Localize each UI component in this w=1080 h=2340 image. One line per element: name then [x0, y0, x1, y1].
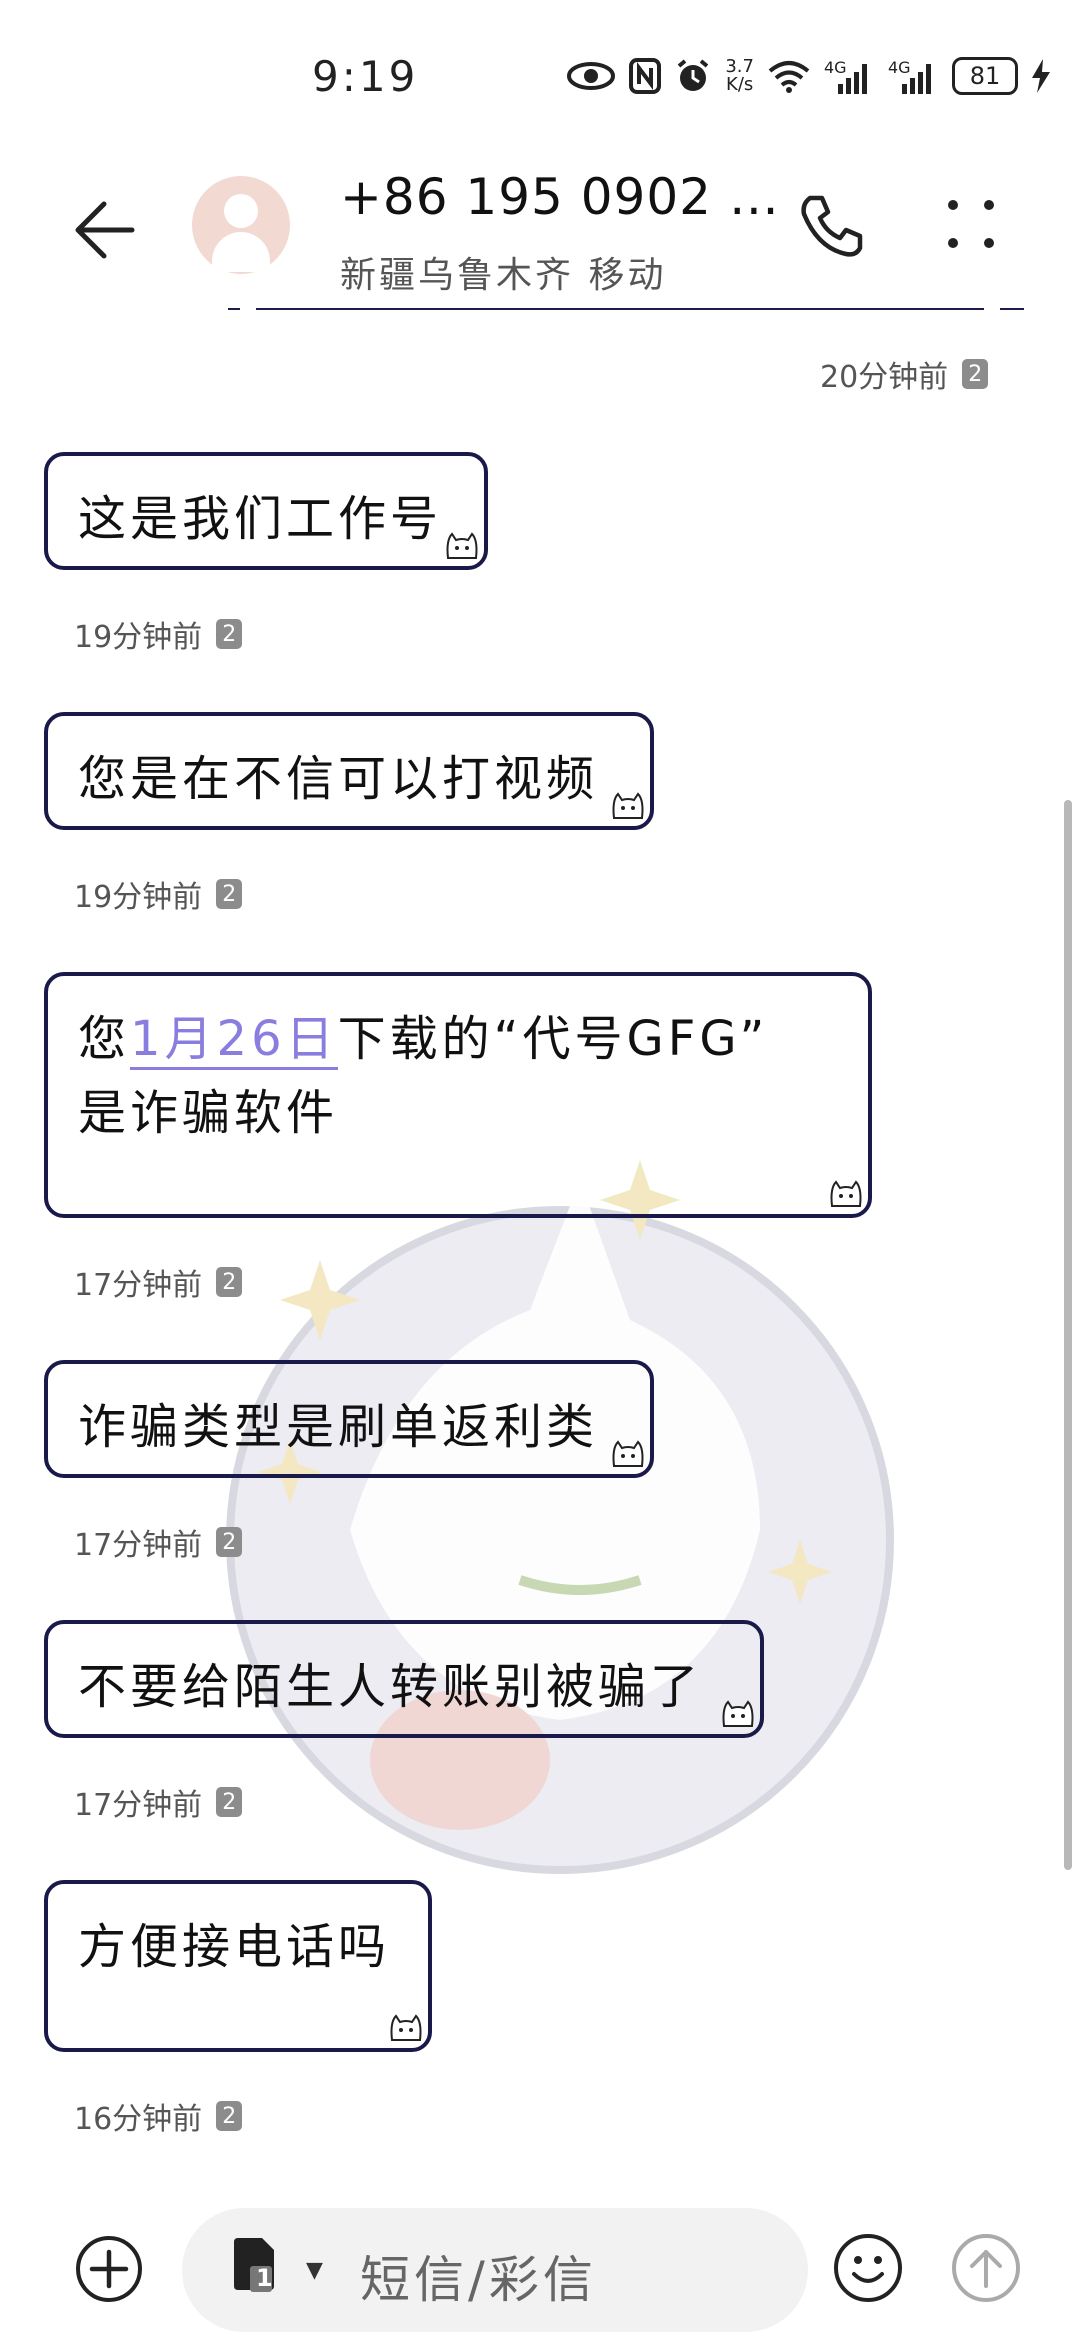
message-time-meta: 17分钟前 2	[74, 1260, 243, 1304]
message-time: 17分钟前	[74, 1788, 203, 1823]
charging-icon	[1032, 59, 1050, 93]
emoji-button[interactable]	[834, 2234, 902, 2302]
eye-icon	[567, 61, 616, 91]
dot-icon	[984, 200, 994, 210]
message-text: 不要给陌生人转账别被骗了	[78, 1659, 703, 1715]
avatar[interactable]	[192, 176, 290, 274]
sim-badge: 2	[962, 359, 989, 389]
call-button[interactable]	[796, 190, 868, 262]
message-time-meta: 19分钟前 2	[74, 872, 243, 916]
message-time: 20分钟前	[820, 360, 949, 395]
sim-badge: 2	[216, 1527, 243, 1557]
status-bar: 9:19 3.7 K/s 4G 4G 81	[0, 0, 1080, 150]
message-text: 方便接电话吗	[78, 1919, 391, 1975]
cat-sticker-icon	[446, 532, 478, 559]
sim-badge: 2	[216, 2101, 243, 2131]
sim-badge: 2	[216, 879, 243, 909]
sim-badge: 2	[216, 1787, 243, 1817]
message-time: 16分钟前	[74, 2102, 203, 2137]
message-time: 17分钟前	[74, 1268, 203, 1303]
sim-badge: 2	[216, 1267, 243, 1297]
cat-sticker-icon	[612, 792, 644, 819]
message-time: 17分钟前	[74, 1528, 203, 1563]
sim-badge: 2	[216, 619, 243, 649]
dot-icon	[984, 238, 994, 248]
message-bubble[interactable]: 方便接电话吗	[44, 1880, 432, 2052]
cat-sticker-icon	[390, 2014, 422, 2041]
message-bubble[interactable]: 这是我们工作号	[44, 452, 488, 570]
back-arrow-icon	[75, 201, 135, 259]
more-options-button[interactable]	[946, 196, 1006, 256]
sim-number: 1	[256, 2264, 273, 2292]
message-text: 您1月26日下载的“代号GFG” 是诈骗软件	[78, 1002, 768, 1150]
cat-sticker-icon	[722, 1700, 754, 1727]
message-bubble[interactable]: 您是在不信可以打视频	[44, 712, 654, 830]
status-icons: 3.7 K/s 4G 4G 81	[567, 56, 1050, 96]
alarm-icon	[675, 58, 711, 94]
cat-sticker-icon	[830, 1180, 862, 1207]
signal-icon-1: 4G	[824, 56, 874, 96]
contact-location: 新疆乌鲁木齐 移动	[340, 255, 667, 296]
add-attachment-button[interactable]	[76, 2236, 142, 2302]
dot-icon	[948, 238, 958, 248]
battery-icon: 81	[952, 57, 1018, 95]
avatar-body-icon	[212, 232, 270, 272]
nfc-icon	[629, 58, 662, 94]
arrow-up-icon	[970, 2250, 1002, 2288]
message-bubble[interactable]: 您1月26日下载的“代号GFG” 是诈骗软件	[44, 972, 872, 1218]
battery-level: 81	[969, 62, 1001, 90]
net-speed-unit: K/s	[726, 74, 754, 95]
avatar-head-icon	[224, 194, 258, 228]
phone-icon	[801, 195, 863, 257]
message-text-part: 您	[78, 1011, 131, 1067]
date-link[interactable]: 1月26日	[130, 1011, 338, 1070]
back-button[interactable]	[70, 190, 150, 270]
message-time: 19分钟前	[74, 880, 203, 915]
net-speed: 3.7 K/s	[725, 58, 754, 94]
message-bubble[interactable]: 诈骗类型是刷单返利类	[44, 1360, 654, 1478]
scrollbar[interactable]	[1064, 800, 1072, 1870]
message-text-line2: 是诈骗软件	[78, 1085, 339, 1141]
message-text: 这是我们工作号	[78, 491, 443, 547]
message-time: 19分钟前	[74, 620, 203, 655]
status-time: 9:19	[312, 52, 419, 101]
chevron-down-icon[interactable]: ▼	[306, 2258, 323, 2283]
message-time-meta: 17分钟前 2	[74, 1520, 243, 1564]
message-time-meta: 20分钟前 2	[820, 352, 989, 396]
cat-sticker-icon	[612, 1440, 644, 1467]
send-button[interactable]	[952, 2234, 1020, 2302]
message-text: 您是在不信可以打视频	[78, 751, 599, 807]
sim-selector-button[interactable]: 1	[232, 2236, 276, 2292]
signal-icon-2: 4G	[888, 56, 938, 96]
dot-icon	[948, 200, 958, 210]
message-time-meta: 16分钟前 2	[74, 2094, 243, 2138]
message-time-meta: 19分钟前 2	[74, 612, 243, 656]
message-text-part: 下载的“代号GFG”	[337, 1011, 769, 1067]
smiley-icon	[852, 2256, 884, 2283]
plus-icon	[89, 2249, 129, 2289]
message-time-meta: 17分钟前 2	[74, 1780, 243, 1824]
contact-name[interactable]: +86 195 0902 …	[340, 168, 780, 226]
header-divider	[228, 308, 1024, 310]
message-text: 诈骗类型是刷单返利类	[78, 1399, 599, 1455]
wifi-icon	[768, 59, 810, 93]
input-placeholder: 短信/彩信	[360, 2251, 597, 2309]
message-bubble[interactable]: 不要给陌生人转账别被骗了	[44, 1620, 764, 1738]
